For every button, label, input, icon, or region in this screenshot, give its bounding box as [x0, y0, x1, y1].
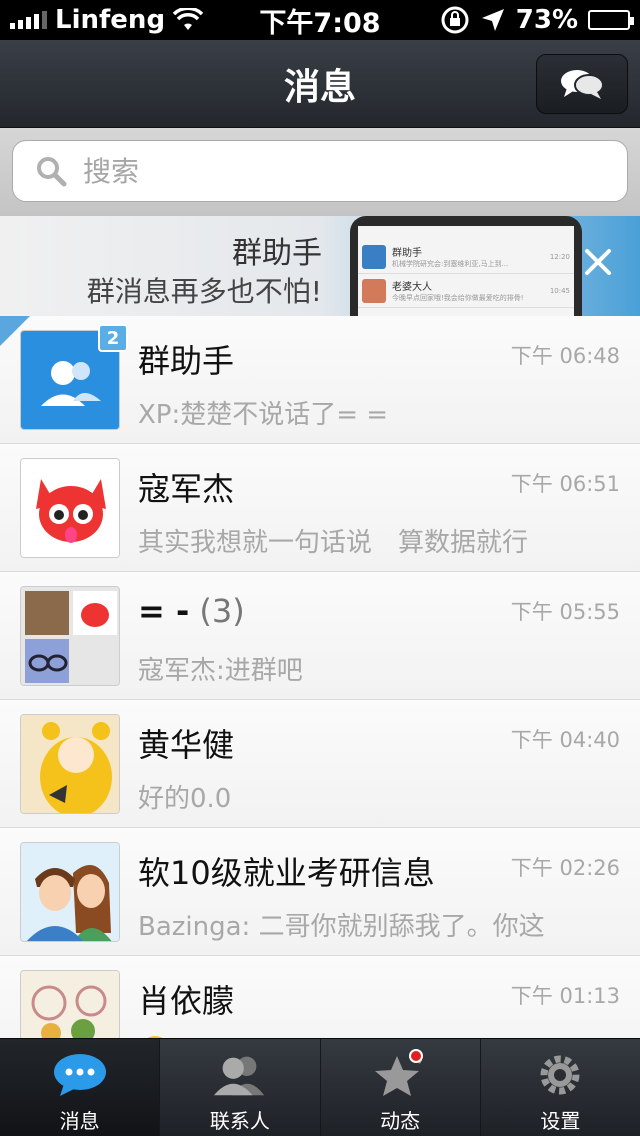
- battery-percent: 73%: [515, 5, 578, 35]
- navigation-bar: 消息: [0, 40, 640, 128]
- conversation-time: 下午 05:55: [510, 600, 620, 624]
- tab-bar: 消息 联系人 动态 设置: [0, 1038, 640, 1136]
- conversation-name: 群助手: [138, 336, 234, 382]
- red-fox-avatar: [20, 458, 120, 558]
- banner-subtitle: 群消息再多也不怕!: [86, 275, 322, 308]
- conversation-preview: XP:楚楚不说话了= =: [138, 400, 389, 430]
- carrier-name: Linfeng: [55, 5, 166, 35]
- phone-row: 老婆大人 今晚早点回家哦!我会给你做最爱吃的排骨! 10:45: [358, 274, 574, 308]
- status-right: 73%: [410, 5, 634, 35]
- group-collage-avatar: [20, 586, 120, 686]
- phone-row-time: 12:20: [549, 252, 570, 261]
- conversation-name: 黄华健: [138, 720, 234, 766]
- promo-banner[interactable]: 群助手 群消息再多也不怕! 群助手 机械学院研究会:到塞维利亚,马上到... 1…: [0, 216, 640, 316]
- conversation-time: 下午 02:26: [510, 856, 620, 880]
- conversation-row[interactable]: 2 群助手 下午 06:48 XP:楚楚不说话了= =: [0, 316, 640, 444]
- conversation-name: 软10级就业考研信息: [138, 848, 435, 894]
- close-icon[interactable]: [582, 246, 614, 278]
- conversation-time: 下午 06:51: [510, 472, 620, 496]
- conversation-row[interactable]: = - (3) 下午 05:55 寇军杰:进群吧: [0, 572, 640, 700]
- phone-screen: 群助手 机械学院研究会:到塞维利亚,马上到... 12:20 老婆大人 今晚早点…: [358, 226, 574, 316]
- search-bar: [0, 128, 640, 216]
- conversation-name-text: = -: [138, 592, 190, 630]
- contacts-icon: [212, 1051, 268, 1099]
- chat-bubbles-icon: [561, 70, 604, 99]
- phone-row-time: 10:45: [549, 286, 570, 295]
- tab-feed[interactable]: 动态: [321, 1039, 481, 1136]
- conversation-list[interactable]: 2 群助手 下午 06:48 XP:楚楚不说话了= = 寇军杰 下午 06:51…: [0, 316, 640, 1038]
- tab-label: 联系人: [209, 1109, 270, 1133]
- rotation-lock-icon: [441, 6, 469, 34]
- banner-title: 群助手: [232, 236, 322, 271]
- gear-icon: [532, 1051, 588, 1099]
- conversation-name-text: 肖依朦: [138, 982, 235, 1020]
- signal-strength-icon: [10, 11, 47, 29]
- wifi-icon: [173, 8, 204, 30]
- conversation-name-text: 黄华健: [138, 726, 235, 764]
- conversation-name-text: 群助手: [138, 342, 235, 380]
- battery-icon: [588, 10, 634, 30]
- conversation-preview: 寇军杰:进群吧: [138, 656, 303, 686]
- conversation-name: 寇军杰: [138, 464, 234, 510]
- conversation-row[interactable]: 软10级就业考研信息 下午 02:26 Bazinga: 二哥你就别舔我了。你这: [0, 828, 640, 956]
- search-input[interactable]: [83, 154, 563, 188]
- phone-row-avatar: [362, 244, 386, 269]
- phone-row-avatar: [362, 278, 386, 303]
- page-title: 消息: [283, 66, 356, 108]
- conversation-name-text: 寇军杰: [138, 470, 235, 508]
- couple-avatar: [20, 842, 120, 942]
- status-bar: Linfeng 下午7:08 73%: [0, 0, 640, 40]
- search-field[interactable]: [12, 140, 628, 202]
- status-time: 下午7:08: [259, 7, 381, 39]
- phone-row-subtitle: 机械学院研究会:到塞维利亚,马上到...: [392, 260, 509, 268]
- status-left: Linfeng: [10, 5, 230, 35]
- notification-dot: [408, 1049, 423, 1063]
- corner-ribbon: [0, 316, 30, 346]
- phone-row-title: 群助手: [392, 248, 422, 259]
- tab-label: 动态: [380, 1109, 421, 1133]
- conversation-time: 下午 06:48: [510, 344, 620, 368]
- conversation-row[interactable]: 肖依朦 下午 01:13: [0, 956, 640, 1038]
- search-icon: [37, 157, 67, 187]
- location-arrow-icon: [481, 9, 504, 31]
- tab-label: 设置: [540, 1109, 581, 1133]
- conversation-preview: 好的0.0: [138, 784, 232, 814]
- conversation-name: = - (3): [138, 592, 245, 630]
- banner-phone-illustration: 群助手 机械学院研究会:到塞维利亚,马上到... 12:20 老婆大人 今晚早点…: [350, 216, 582, 316]
- tab-contacts[interactable]: 联系人: [160, 1039, 321, 1136]
- flowers-avatar: [20, 970, 120, 1038]
- conversation-name-text: 软10级就业考研信息: [138, 854, 435, 892]
- tab-settings[interactable]: 设置: [481, 1039, 640, 1136]
- chat-bubble-icon: [52, 1051, 108, 1099]
- conversation-time: 下午 01:13: [510, 984, 620, 1008]
- conversation-time: 下午 04:40: [510, 728, 620, 752]
- conversation-name: 肖依朦: [138, 976, 234, 1022]
- phone-row-subtitle: 今晚早点回家哦!我会给你做最爱吃的排骨!: [392, 294, 524, 302]
- conversation-preview: 其实我想就一句话说 算数据就行: [138, 528, 529, 558]
- tab-label: 消息: [59, 1109, 100, 1133]
- new-chat-button[interactable]: [536, 54, 628, 114]
- unread-badge: 2: [98, 324, 128, 352]
- conversation-row[interactable]: 寇军杰 下午 06:51 其实我想就一句话说 算数据就行: [0, 444, 640, 572]
- member-count: (3): [199, 592, 245, 630]
- anime-girl-avatar: [20, 714, 120, 814]
- phone-row: 群助手 机械学院研究会:到塞维利亚,马上到... 12:20: [358, 240, 574, 274]
- phone-row-title: 老婆大人: [392, 282, 432, 293]
- conversation-row[interactable]: 黄华健 下午 04:40 好的0.0: [0, 700, 640, 828]
- conversation-preview: Bazinga: 二哥你就别舔我了。你这: [138, 912, 545, 942]
- tab-messages[interactable]: 消息: [0, 1039, 161, 1136]
